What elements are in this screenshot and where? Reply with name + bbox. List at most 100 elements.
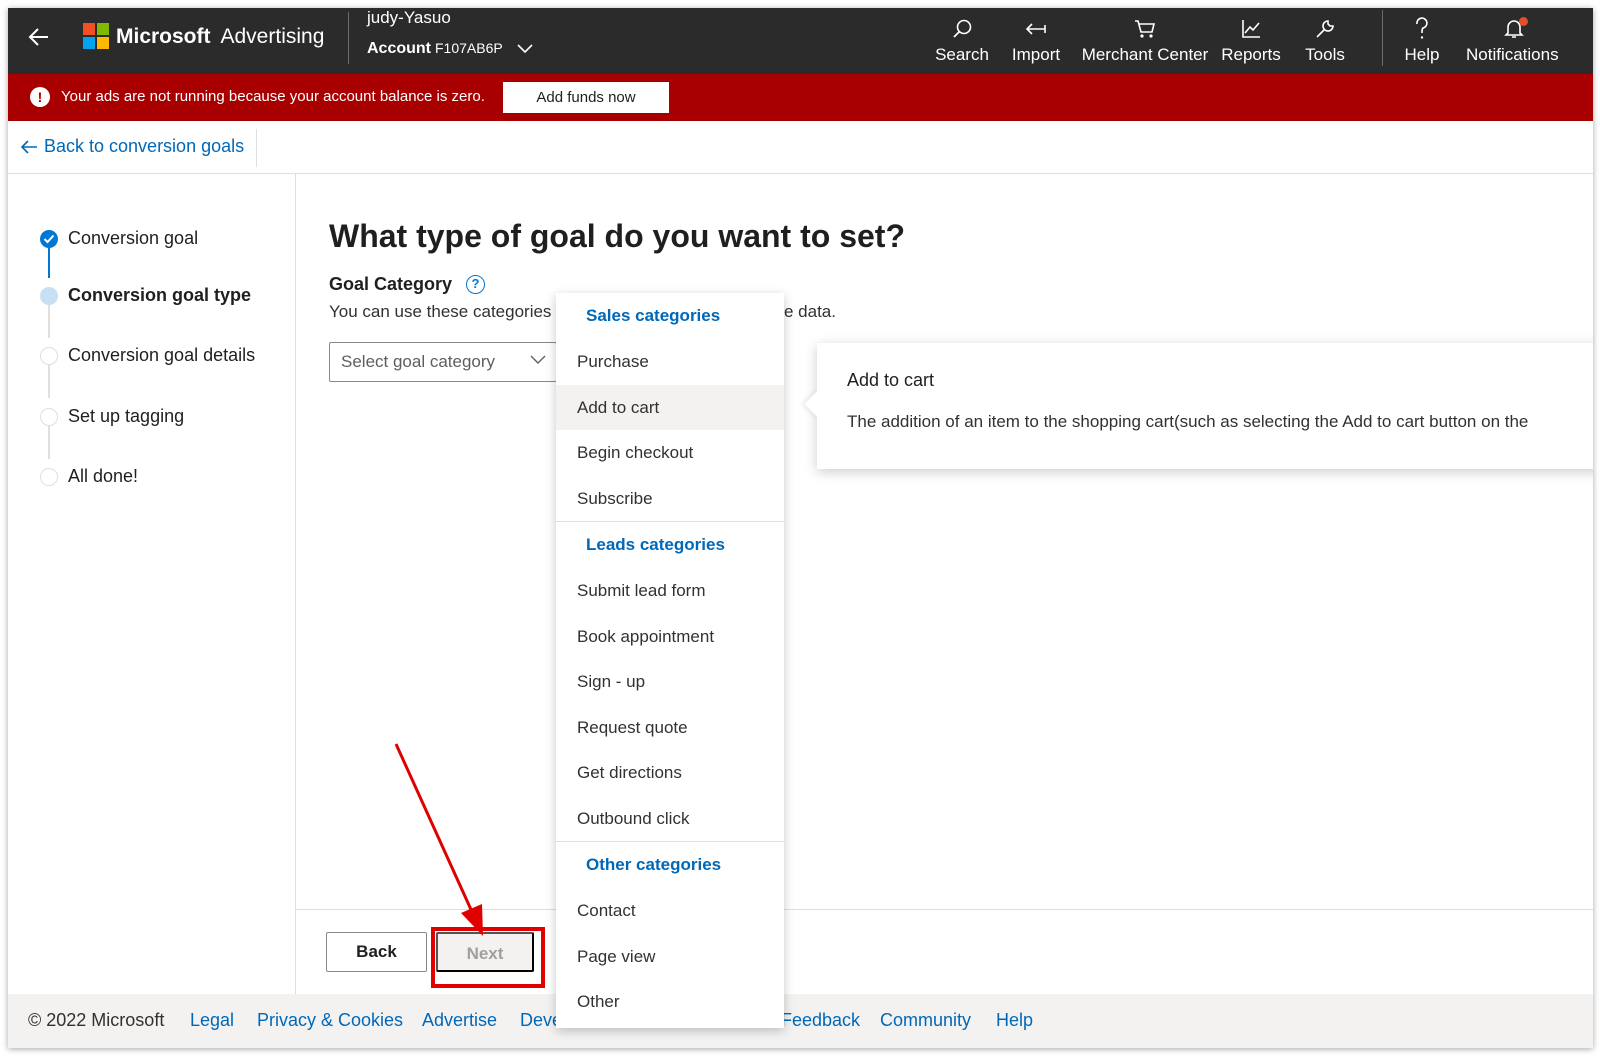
step-label: Conversion goal details (68, 345, 256, 365)
back-button[interactable]: Back (326, 932, 427, 972)
step-all-done: All done! (40, 466, 138, 487)
dropdown-group-header: Leads categories (586, 535, 725, 554)
chevron-down-icon (517, 44, 533, 53)
help-circle-icon[interactable]: ? (466, 275, 486, 294)
footer-link-feedback[interactable]: Feedback (781, 1010, 860, 1031)
user-name: judy-Yasuo (367, 8, 451, 27)
nav-import[interactable]: Import (1008, 8, 1064, 74)
step-connector (48, 304, 50, 338)
dropdown-option[interactable]: Book appointment (556, 614, 784, 660)
callout-body: The addition of an item to the shopping … (847, 412, 1529, 431)
brand-advertising: Advertising (220, 25, 325, 48)
check-circle-icon (40, 229, 58, 248)
back-to-conversion-goals-link[interactable]: Back to conversion goals (20, 136, 244, 157)
search-icon (953, 19, 972, 38)
nav-reports[interactable]: Reports (1220, 8, 1282, 74)
arrow-left-icon (20, 139, 37, 154)
footer-link-help[interactable]: Help (996, 1010, 1033, 1031)
dropdown-option-hovered[interactable]: Add to cart (556, 384, 784, 430)
callout-title: Add to cart (847, 370, 935, 390)
step-connector (48, 425, 50, 459)
step-label: Conversion goal type (68, 285, 252, 305)
back-bar: Back to conversion goals (8, 121, 1593, 174)
brand-microsoft: Microsoft (116, 25, 211, 48)
question-icon (1416, 17, 1428, 39)
alert-icon: ! (30, 87, 50, 107)
import-icon (1025, 23, 1046, 35)
nav-notifications-label: Notifications (1466, 45, 1559, 64)
footer-link-privacy[interactable]: Privacy & Cookies (257, 1010, 403, 1031)
nav-import-label: Import (1011, 45, 1061, 64)
footer-link-advertise[interactable]: Advertise (422, 1010, 497, 1031)
goal-category-label-text: Goal Category (329, 274, 453, 294)
dropdown-group-header: Sales categories (586, 306, 721, 325)
cart-icon (1135, 20, 1156, 38)
dropdown-option[interactable]: Submit lead form (556, 568, 784, 614)
nav-help-label: Help (1404, 45, 1440, 64)
account-switcher[interactable]: Account F107AB6P (367, 40, 533, 58)
nav-tools[interactable]: Tools (1300, 8, 1350, 74)
back-arrow-icon[interactable] (26, 24, 52, 50)
alert-banner: ! Your ads are not running because your … (8, 74, 1593, 121)
goal-category-label: Goal Category ? (329, 274, 486, 295)
dropdown-option[interactable]: Purchase (556, 339, 784, 385)
step-connector (48, 364, 50, 398)
step-conversion-goal-type: Conversion goal type (40, 285, 251, 306)
chevron-down-icon (530, 355, 546, 364)
step-label: All done! (68, 466, 139, 486)
pending-step-dot-icon (40, 346, 58, 365)
nav-tools-label: Tools (1305, 45, 1345, 64)
option-description-callout: Add to cart The addition of an item to t… (804, 343, 1593, 469)
footer-link-community[interactable]: Community (880, 1010, 971, 1031)
main-content: What type of goal do you want to set? Go… (296, 174, 1593, 994)
notification-badge (1519, 17, 1528, 26)
footer-link-legal[interactable]: Legal (190, 1010, 234, 1031)
pending-step-dot-icon (40, 467, 58, 486)
copyright: © 2022 Microsoft (28, 1010, 165, 1030)
goal-category-description: You can use these categories (329, 302, 552, 321)
nav-merchant-center-label: Merchant Center (1081, 45, 1209, 64)
top-bar: Microsoft Advertising judy-Yasuo Account F… (8, 8, 1593, 74)
divider (1382, 10, 1383, 66)
site-footer: © 2022 Microsoft Legal Privacy & Cookies… (8, 994, 1593, 1048)
nav-merchant-center[interactable]: Merchant Center (1078, 8, 1212, 74)
dropdown-option[interactable]: Request quote (556, 705, 784, 751)
goal-category-description-tail: e data. (784, 302, 836, 321)
step-set-up-tagging: Set up tagging (40, 406, 184, 427)
dropdown-option[interactable]: Subscribe (556, 476, 784, 522)
annotation-highlight-box (431, 927, 545, 988)
account-label: Account (367, 40, 431, 57)
dropdown-option[interactable]: Outbound click (556, 796, 784, 842)
app-window: Microsoft Advertising judy-Yasuo Account F… (8, 8, 1593, 1048)
nav-reports-label: Reports (1221, 45, 1281, 64)
nav-search-label: Search (935, 45, 989, 64)
step-label: Set up tagging (68, 406, 185, 426)
step-conversion-goal-details: Conversion goal details (40, 345, 255, 366)
step-label: Conversion goal (68, 228, 199, 248)
select-placeholder: Select goal category (341, 352, 496, 371)
nav-help[interactable]: Help (1400, 8, 1444, 74)
dropdown-option[interactable]: Other (556, 979, 784, 1025)
dropdown-option[interactable]: Sign - up (556, 659, 784, 705)
chart-icon (1242, 20, 1260, 38)
page-title: What type of goal do you want to set? (329, 218, 905, 254)
wrench-icon (1316, 20, 1334, 38)
divider (348, 12, 349, 64)
brand-name: Microsoft Advertising (116, 25, 324, 49)
dropdown-option[interactable]: Get directions (556, 750, 784, 796)
goal-category-select[interactable]: Select goal category (329, 342, 557, 382)
step-connector (48, 248, 50, 278)
step-conversion-goal: Conversion goal (40, 228, 198, 249)
dropdown-option[interactable]: Page view (556, 934, 784, 980)
dropdown-option[interactable]: Contact (556, 888, 784, 934)
dropdown-option[interactable]: Begin checkout (556, 430, 784, 476)
current-step-dot-icon (40, 286, 58, 305)
add-funds-button[interactable]: Add funds now (503, 82, 669, 113)
wizard-stepper: Conversion goal Conversion goal type Con… (8, 174, 296, 994)
back-link-label: Back to conversion goals (44, 136, 245, 156)
pending-step-dot-icon (40, 407, 58, 426)
nav-notifications[interactable]: Notifications (1466, 8, 1576, 74)
nav-search[interactable]: Search (934, 8, 990, 74)
microsoft-logo-icon (83, 23, 109, 49)
divider (256, 129, 257, 167)
